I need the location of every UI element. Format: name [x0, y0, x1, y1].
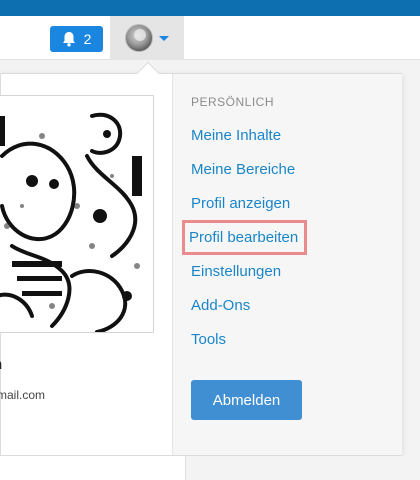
menu-panel: PERSÖNLICH Meine Inhalte Meine Bereiche … [172, 74, 402, 455]
page-background-right [186, 456, 420, 480]
section-heading-personal: PERSÖNLICH [191, 95, 275, 109]
user-menu-button[interactable] [110, 16, 184, 60]
logout-button[interactable]: Abmelden [191, 380, 302, 420]
avatar [125, 24, 153, 52]
menu-item-tools[interactable]: Tools [191, 331, 226, 348]
notifications-button[interactable]: 2 [50, 26, 103, 52]
menu-item-profil-bearbeiten[interactable]: Profil bearbeiten [181, 220, 308, 255]
menu-item-meine-inhalte[interactable]: Meine Inhalte [191, 127, 281, 144]
page-background-left [0, 456, 186, 480]
menu-item-profil-anzeigen[interactable]: Profil anzeigen [191, 195, 290, 212]
menu-item-meine-bereiche[interactable]: Meine Bereiche [191, 161, 295, 178]
profile-name: n [0, 356, 33, 376]
header-bar: 2 [0, 16, 420, 60]
top-brand-bar [0, 0, 420, 16]
notification-count: 2 [83, 31, 92, 47]
menu-item-einstellungen[interactable]: Einstellungen [191, 263, 281, 280]
user-dropdown: n mail.com PERSÖNLICH Meine Inhalte Mein… [0, 73, 402, 456]
profile-email: mail.com [0, 388, 46, 402]
menu-item-add-ons[interactable]: Add-Ons [191, 297, 250, 314]
chevron-down-icon [159, 35, 169, 41]
profile-panel: n mail.com [0, 74, 171, 455]
profile-image[interactable] [0, 95, 154, 333]
bell-icon [62, 31, 76, 47]
